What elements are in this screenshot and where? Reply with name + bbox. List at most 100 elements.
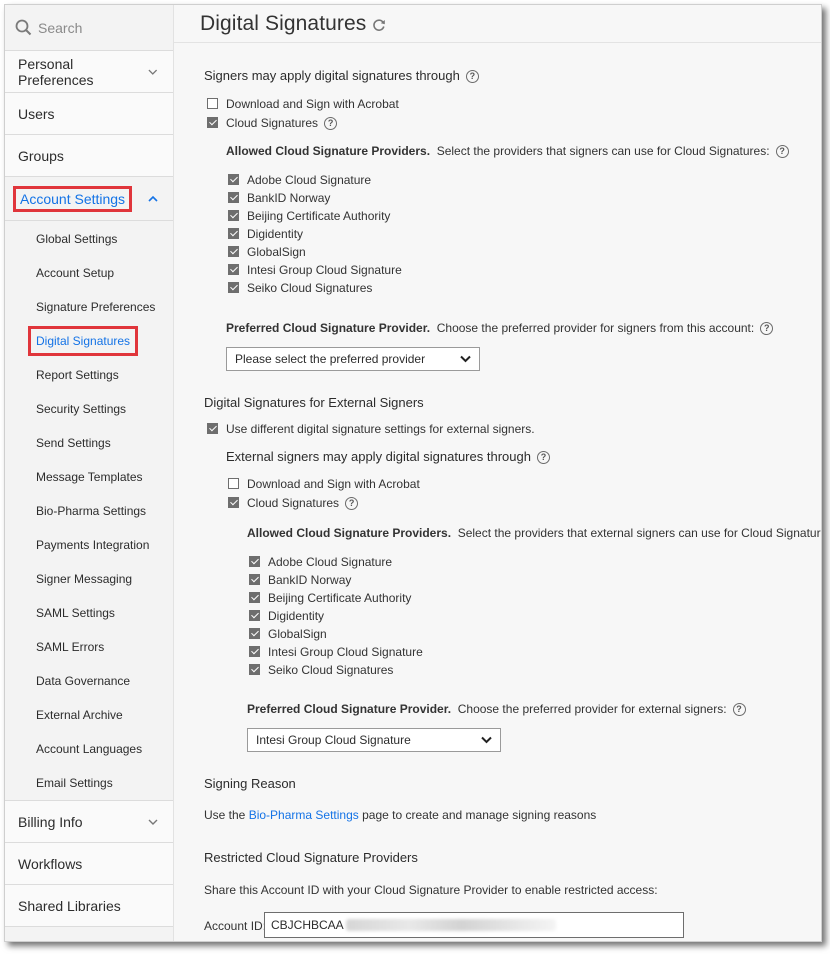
provider-option[interactable]: GlobalSign (228, 243, 402, 261)
sub-label: Security Settings (36, 402, 127, 416)
provider-label: BankID Norway (268, 573, 352, 587)
sidebar-item-global-settings[interactable]: Global Settings (5, 222, 173, 256)
provider-checkbox[interactable] (249, 645, 260, 657)
sidebar-item-saml-settings[interactable]: SAML Settings (5, 596, 173, 630)
sidebar-item-bio-pharma-settings[interactable]: Bio-Pharma Settings (5, 494, 173, 528)
help-icon[interactable]: ? (775, 145, 789, 159)
provider-checkbox[interactable] (228, 245, 239, 257)
provider-label: Adobe Cloud Signature (268, 555, 393, 569)
provider-option[interactable]: Intesi Group Cloud Signature (228, 261, 402, 279)
provider-checkbox[interactable] (228, 191, 239, 203)
provider-option[interactable]: Seiko Cloud Signatures (228, 279, 402, 297)
nav-account-settings[interactable]: Account Settings (5, 177, 173, 221)
ext-allowed-providers-title: Allowed Cloud Signature Providers. (247, 526, 452, 540)
ext-download-sign-checkbox[interactable] (228, 477, 239, 489)
provider-label: Intesi Group Cloud Signature (268, 645, 423, 659)
sidebar-item-saml-errors[interactable]: SAML Errors (5, 630, 173, 664)
cloud-signatures-checkbox[interactable] (207, 116, 218, 128)
sidebar-item-security-settings[interactable]: Security Settings (5, 392, 173, 426)
provider-option[interactable]: BankID Norway (249, 571, 423, 589)
provider-checkbox[interactable] (249, 663, 260, 675)
preferred-provider-select[interactable]: Please select the preferred provider (226, 347, 480, 371)
sub-label: External Archive (36, 708, 123, 722)
help-icon[interactable]: ? (760, 322, 774, 336)
sidebar-item-message-templates[interactable]: Message Templates (5, 460, 173, 494)
provider-checkbox[interactable] (249, 609, 260, 621)
help-icon[interactable]: ? (536, 451, 550, 465)
sidebar-item-payments-integration[interactable]: Payments Integration (5, 528, 173, 562)
cloud-signatures-option[interactable]: Cloud Signatures? (207, 114, 338, 132)
nav-label: Users (18, 105, 55, 122)
allowed-providers-title: Allowed Cloud Signature Providers. (226, 144, 431, 158)
provider-checkbox[interactable] (249, 573, 260, 585)
nav-groups[interactable]: Groups (5, 135, 173, 177)
page-header: Digital Signatures (174, 5, 821, 43)
help-icon[interactable]: ? (732, 703, 746, 717)
provider-option[interactable]: Beijing Certificate Authority (228, 207, 402, 225)
sidebar-item-external-archive[interactable]: External Archive (5, 698, 173, 732)
help-icon[interactable]: ? (345, 496, 359, 510)
main-panel: Digital Signatures Signers may apply dig… (174, 5, 821, 941)
account-id-field[interactable]: CBJCHBCAA (264, 912, 684, 938)
sidebar-item-data-governance[interactable]: Data Governance (5, 664, 173, 698)
ext-download-sign-option[interactable]: Download and Sign with Acrobat (228, 475, 420, 493)
provider-option[interactable]: GlobalSign (249, 625, 423, 643)
search-box[interactable]: Search (5, 5, 173, 51)
sidebar-item-signature-preferences[interactable]: Signature Preferences (5, 290, 173, 324)
signing-reason-text: Use the Bio-Pharma Settings page to crea… (204, 808, 596, 822)
sub-label: Account Languages (36, 742, 143, 756)
provider-option[interactable]: Adobe Cloud Signature (228, 171, 402, 189)
sidebar-item-account-setup[interactable]: Account Setup (5, 256, 173, 290)
provider-option[interactable]: BankID Norway (228, 189, 402, 207)
preferred-provider-desc: Choose the preferred provider for signer… (436, 321, 755, 335)
ext-preferred-provider-desc: Choose the preferred provider for extern… (457, 702, 727, 716)
sidebar-item-send-settings[interactable]: Send Settings (5, 426, 173, 460)
search-icon (15, 19, 32, 36)
provider-checkbox[interactable] (249, 591, 260, 603)
provider-label: Seiko Cloud Signatures (247, 281, 373, 295)
provider-checkbox[interactable] (228, 227, 239, 239)
sidebar-item-report-settings[interactable]: Report Settings (5, 358, 173, 392)
sub-label: Signer Messaging (36, 572, 133, 586)
nav-personal-preferences[interactable]: Personal Preferences (5, 51, 173, 93)
provider-option[interactable]: Digidentity (249, 607, 423, 625)
redacted-value (345, 919, 556, 931)
download-sign-option[interactable]: Download and Sign with Acrobat (207, 95, 399, 113)
provider-option[interactable]: Intesi Group Cloud Signature (249, 643, 423, 661)
nav-workflows[interactable]: Workflows (5, 843, 173, 885)
provider-checkbox[interactable] (228, 281, 239, 293)
sidebar-item-digital-signatures[interactable]: Digital Signatures (5, 324, 173, 358)
provider-option[interactable]: Adobe Cloud Signature (249, 553, 423, 571)
bio-pharma-settings-link[interactable]: Bio-Pharma Settings (249, 808, 359, 822)
provider-checkbox[interactable] (228, 263, 239, 275)
help-icon[interactable]: ? (465, 70, 479, 84)
nav-users[interactable]: Users (5, 93, 173, 135)
provider-option[interactable]: Seiko Cloud Signatures (249, 661, 423, 679)
provider-checkbox[interactable] (249, 555, 260, 567)
ext-cloud-signatures-checkbox[interactable] (228, 496, 239, 508)
provider-checkbox[interactable] (228, 173, 239, 185)
help-icon[interactable]: ? (324, 116, 338, 130)
sub-label: Account Setup (36, 266, 115, 280)
sub-label: Report Settings (36, 368, 119, 382)
nav-shared-libraries[interactable]: Shared Libraries (5, 885, 173, 927)
nav-label: Billing Info (18, 813, 83, 830)
sidebar-item-account-languages[interactable]: Account Languages (5, 732, 173, 766)
nav-billing-info[interactable]: Billing Info (5, 801, 173, 843)
sidebar-item-signer-messaging[interactable]: Signer Messaging (5, 562, 173, 596)
provider-option[interactable]: Beijing Certificate Authority (249, 589, 423, 607)
refresh-icon[interactable] (372, 18, 386, 32)
download-sign-checkbox[interactable] (207, 97, 218, 109)
signing-reason-heading: Signing Reason (204, 776, 296, 791)
provider-checkbox[interactable] (249, 627, 260, 639)
use-different-option[interactable]: Use different digital signature settings… (207, 420, 535, 438)
sidebar-item-email-settings[interactable]: Email Settings (5, 766, 173, 800)
ext-cloud-signatures-option[interactable]: Cloud Signatures? (228, 494, 359, 512)
chevron-down-icon (460, 355, 471, 363)
ext-preferred-provider-select[interactable]: Intesi Group Cloud Signature (247, 728, 501, 752)
provider-checkbox[interactable] (228, 209, 239, 221)
provider-option[interactable]: Digidentity (228, 225, 402, 243)
text-after: page to create and manage signing reason… (362, 808, 597, 822)
use-different-checkbox[interactable] (207, 422, 218, 434)
allowed-providers-row: Allowed Cloud Signature Providers. Selec… (226, 144, 789, 159)
